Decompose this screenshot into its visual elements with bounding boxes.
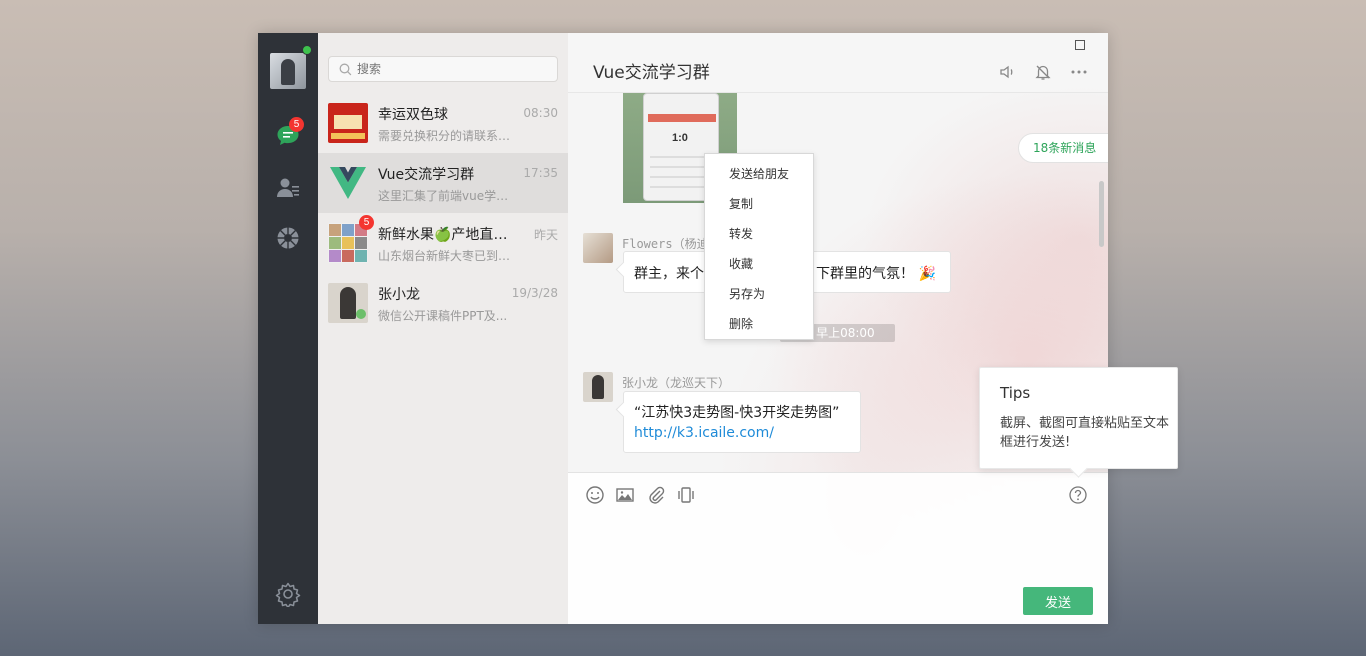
conversation-preview: 微信公开课稿件PPT及... (378, 309, 508, 323)
conversation-name: 幸运双色球 (378, 107, 448, 123)
conversation-name: 新鲜水果🍏产地直邮... (378, 227, 518, 243)
search-input[interactable] (357, 60, 547, 78)
menu-item-save-as[interactable]: 另存为 (729, 285, 811, 302)
conversation-item[interactable]: Vue交流学习群 17:35 这里汇集了前端vue学习... (318, 153, 568, 213)
conversation-name: Vue交流学习群 (378, 167, 475, 183)
message-link[interactable]: http://k3.icaile.com/ (634, 425, 774, 441)
send-button[interactable]: 发送 (1023, 587, 1093, 615)
attachment-icon[interactable] (646, 485, 666, 505)
maximize-icon[interactable] (1075, 40, 1085, 50)
contacts-icon[interactable] (275, 175, 301, 201)
conversation-time: 08:30 (523, 106, 558, 120)
search-icon (339, 63, 352, 76)
mute-bell-icon[interactable] (1034, 63, 1052, 81)
tips-popover: Tips 截屏、截图可直接粘贴至文本框进行发送! (979, 367, 1178, 469)
image-score-text: 1:0 (672, 132, 688, 144)
chat-panel: 1:0 18条新消息 Flowers（杨迪 群主，来个 下群里的气氛！ 🎉 日 … (568, 33, 1108, 624)
unread-badge: 5 (289, 117, 304, 132)
sender-avatar[interactable] (583, 372, 613, 402)
conversation-preview: 这里汇集了前端vue学习... (378, 189, 518, 203)
settings-icon[interactable] (275, 581, 301, 609)
menu-item-copy[interactable]: 复制 (729, 195, 811, 212)
conversation-time: 17:35 (523, 166, 558, 180)
image-icon[interactable] (615, 485, 635, 505)
menu-item-delete[interactable]: 删除 (729, 315, 811, 332)
shake-icon[interactable] (676, 485, 696, 505)
tips-title: Tips (1000, 384, 1031, 402)
conversation-item[interactable]: 张小龙 19/3/28 微信公开课稿件PPT及... (318, 273, 568, 333)
conversation-time: 昨天 (533, 228, 558, 242)
scrollbar[interactable] (1099, 181, 1104, 247)
moments-icon[interactable] (275, 225, 301, 251)
conversation-item[interactable]: 5 新鲜水果🍏产地直邮... 昨天 山东烟台新鲜大枣已到，欢... (318, 213, 568, 273)
message-text: 下群里的气氛！ 🎉 (816, 266, 936, 282)
message-text: 群主，来个 (634, 266, 704, 282)
conversation-time: 19/3/28 (511, 286, 558, 300)
sender-avatar[interactable] (583, 233, 613, 263)
conversation-avatar (328, 283, 368, 323)
conversation-preview: 需要兑换积分的请联系Q... (378, 129, 518, 143)
emoji-icon[interactable] (585, 485, 605, 505)
sender-name: 张小龙（龙巡天下） (622, 376, 731, 390)
menu-item-favorite[interactable]: 收藏 (729, 255, 811, 272)
tips-text: 截屏、截图可直接粘贴至文本框进行发送! (1000, 416, 1170, 450)
help-icon[interactable] (1068, 485, 1088, 505)
menu-item-forward[interactable]: 转发 (729, 225, 811, 242)
more-icon[interactable] (1070, 63, 1088, 81)
conversation-avatar (328, 103, 368, 143)
user-avatar[interactable] (270, 53, 306, 89)
conversation-item[interactable]: 幸运双色球 08:30 需要兑换积分的请联系Q... (318, 93, 568, 153)
conversation-preview: 山东烟台新鲜大枣已到，欢... (378, 249, 518, 263)
conversation-list: 幸运双色球 08:30 需要兑换积分的请联系Q... Vue交流学习群 17:3… (318, 33, 568, 624)
link-message-bubble[interactable]: “江苏快3走势图-快3开奖走势图” http://k3.icaile.com/ (623, 391, 861, 453)
menu-item-send-to-friend[interactable]: 发送给朋友 (729, 165, 811, 182)
new-messages-pill[interactable]: 18条新消息 (1018, 133, 1108, 163)
chat-icon[interactable]: 5 (275, 117, 304, 149)
sidebar: 5 (258, 33, 318, 624)
vue-logo-icon (328, 163, 368, 203)
unread-badge: 5 (359, 215, 374, 230)
message-composer[interactable]: 发送 (568, 472, 1108, 624)
speaker-icon[interactable] (998, 63, 1016, 81)
conversation-name: 张小龙 (378, 287, 420, 303)
chat-window: 5 搜索 幸运双色球 08:30 需要兑换积分的请联系Q... Vue交流学习群… (258, 33, 1108, 624)
message-quote: “江苏快3走势图-快3开奖走势图” (634, 405, 840, 421)
context-menu: 发送给朋友 复制 转发 收藏 另存为 删除 (704, 153, 814, 340)
sender-name: Flowers（杨迪 (622, 237, 709, 251)
search-box[interactable] (328, 56, 558, 82)
chat-header: Vue交流学习群 (568, 33, 1108, 93)
chat-title: Vue交流学习群 (593, 63, 710, 83)
online-status-dot (302, 45, 312, 55)
